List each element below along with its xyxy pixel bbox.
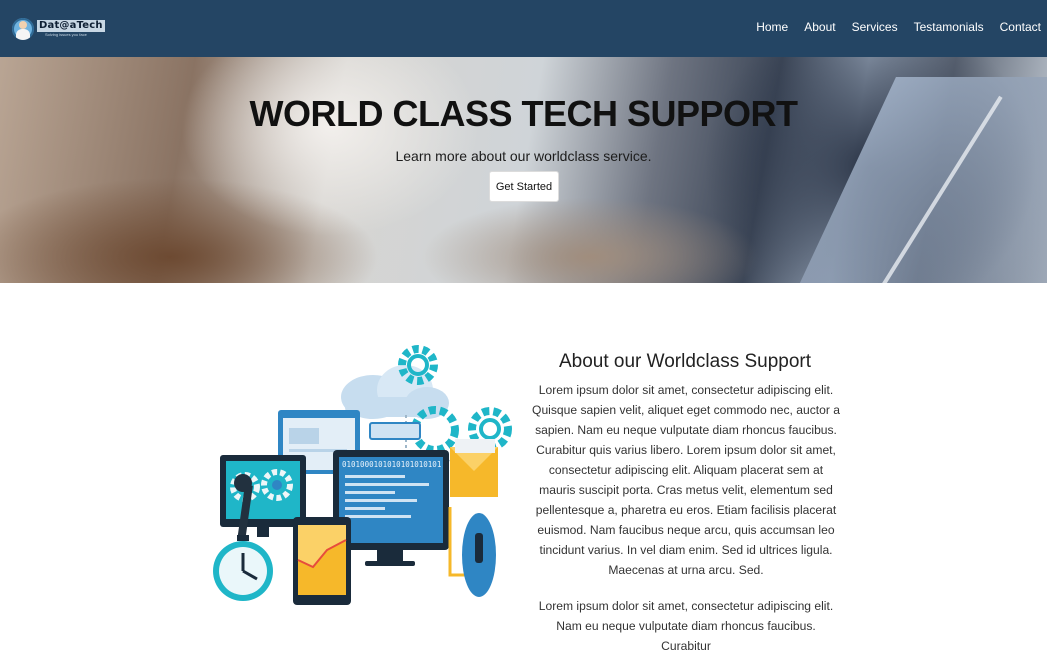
nav-link-contact[interactable]: Contact — [1000, 20, 1041, 34]
brand-name: Dat@aTech — [37, 20, 105, 32]
brand-tagline: Solving issues you face — [45, 32, 87, 37]
tablet-chart-icon — [293, 517, 351, 605]
logo-text: Dat@aTech Solving issues you face — [37, 20, 105, 38]
tech-support-illustration: 0101000101010101010101 — [213, 345, 512, 605]
nav-link-testamonials[interactable]: Testamonials — [914, 20, 984, 34]
clock-icon — [213, 535, 273, 601]
about-paragraph: Lorem ipsum dolor sit amet, consectetur … — [532, 383, 840, 577]
brand-logo[interactable]: Dat@aTech Solving issues you face — [12, 12, 105, 46]
envelope-icon — [450, 439, 498, 497]
about-title: About our Worldclass Support — [558, 351, 812, 372]
nav-link-about[interactable]: About — [804, 20, 835, 34]
logo-avatar-icon — [12, 18, 34, 40]
hero-banner: WORLD CLASS TECH SUPPORT Learn more abou… — [0, 57, 1047, 283]
get-started-button[interactable]: Get Started — [489, 171, 559, 202]
about-paragraph: Lorem ipsum dolor sit amet, consectetur … — [538, 599, 834, 653]
hero-subtitle: Learn more about our worldclass service. — [395, 148, 652, 164]
nav-link-services[interactable]: Services — [852, 20, 898, 34]
main-nav: Home About Services Testamonials Contact — [740, 20, 1041, 34]
hero-title: WORLD CLASS TECH SUPPORT — [249, 93, 798, 134]
nav-link-home[interactable]: Home — [756, 20, 788, 34]
binary-text: 0101000101010101010101 — [342, 460, 441, 469]
mouse-icon — [462, 513, 496, 597]
search-bar-icon — [369, 422, 421, 440]
top-navbar: Dat@aTech Solving issues you face Home A… — [0, 0, 1047, 57]
